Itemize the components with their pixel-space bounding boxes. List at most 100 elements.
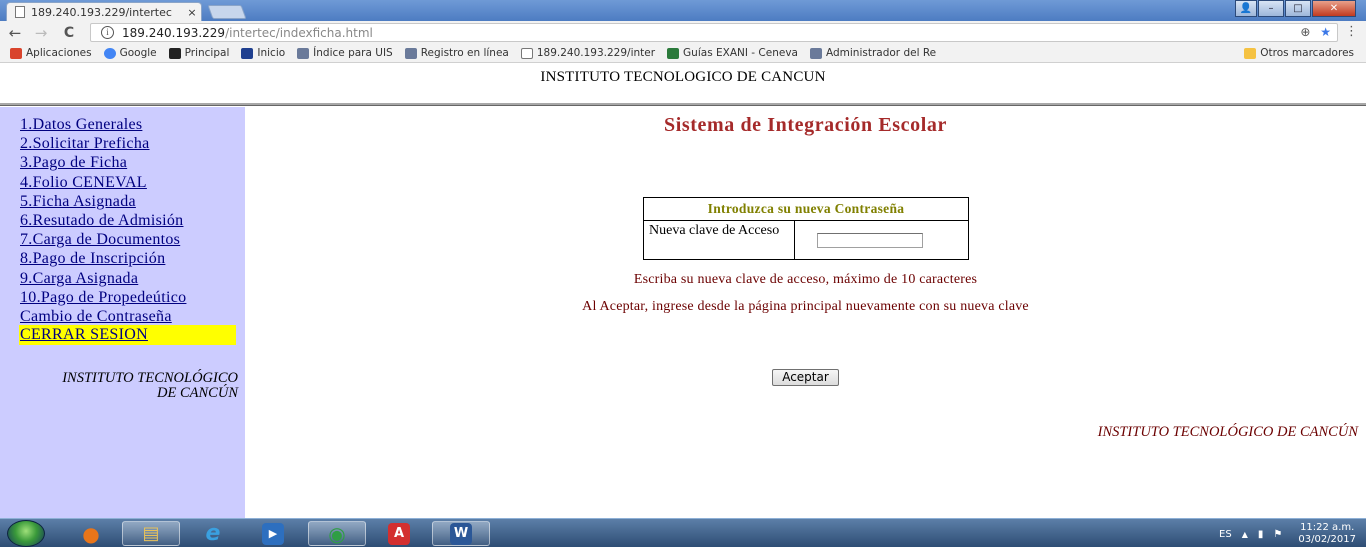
max-length-hint: Escriba su nueva clave de acceso, máximo… — [633, 272, 978, 287]
page-title: Sistema de Integración Escolar — [664, 114, 947, 136]
sidebar-menu: 1.Datos Generales 2.Solicitar Preficha 3… — [20, 115, 186, 326]
bookmark-principal[interactable]: Principal — [168, 47, 229, 59]
info-icon[interactable]: i — [101, 26, 114, 39]
other-bookmarks[interactable]: Otros marcadores — [1244, 47, 1354, 59]
page-icon — [404, 47, 417, 59]
sidebar-item-carga-documentos: 7.Carga de Documentos — [20, 230, 186, 249]
close-window-button[interactable]: ✕ — [1312, 0, 1356, 17]
bookmark-google[interactable]: Google — [103, 47, 157, 59]
system-tray: ES ▲ ▮ ⚑ 11:22 a.m. 03/02/2017 — [1209, 522, 1356, 546]
explorer-folder-icon: ▤ — [142, 523, 160, 544]
start-button[interactable] — [7, 520, 45, 547]
new-tab-button[interactable] — [207, 5, 247, 19]
media-player-icon: ▶ — [262, 522, 284, 545]
sidebar-link[interactable]: 9.Carga Asignada — [20, 270, 138, 287]
windows-taskbar: ● ▤ e ▶ ◉ A W ES ▲ ▮ ⚑ 11:22 a.m. 03/02/… — [0, 518, 1366, 547]
calendar-icon — [241, 47, 254, 59]
internet-explorer-icon: e — [205, 521, 221, 546]
sidebar-item-carga-asignada: 9.Carga Asignada — [20, 269, 186, 288]
sidebar-footer-line2: DE CANCÚN — [157, 385, 238, 401]
forward-button[interactable]: → — [30, 24, 52, 42]
tab-close-icon[interactable]: × — [183, 6, 201, 19]
ceneval-icon — [667, 47, 680, 59]
language-indicator[interactable]: ES — [1219, 529, 1232, 540]
password-field-label: Nueva clave de Acceso — [644, 221, 795, 259]
sidebar-link[interactable]: Cambio de Contraseña — [20, 308, 172, 325]
page-icon — [297, 47, 310, 59]
new-password-input[interactable] — [817, 232, 923, 248]
flag-icon[interactable]: ⚑ — [1273, 529, 1282, 540]
bookmark-indice-uis[interactable]: Índice para UIS — [297, 47, 393, 59]
taskbar-chrome[interactable]: ◉ — [308, 521, 366, 546]
zoom-icon[interactable]: ⊕ — [1300, 25, 1310, 39]
taskbar-explorer[interactable]: ▤ — [122, 521, 180, 546]
sidebar-item-ficha-asignada: 5.Ficha Asignada — [20, 192, 186, 211]
browser-tab[interactable]: 189.240.193.229/intertec × — [6, 2, 202, 21]
taskbar-ie[interactable]: e — [184, 521, 242, 546]
bookmark-apps[interactable]: Aplicaciones — [10, 47, 92, 59]
sidebar-footer-line1: INSTITUTO TECNOLÓGICO — [62, 370, 238, 386]
walmart-icon — [168, 47, 181, 59]
institution-title: INSTITUTO TECNOLOGICO DE CANCUN — [540, 69, 826, 85]
page-header: INSTITUTO TECNOLOGICO DE CANCUN — [0, 63, 1366, 105]
bookmark-inicio[interactable]: Inicio — [241, 47, 285, 59]
sidebar-link[interactable]: 2.Solicitar Preficha — [20, 135, 150, 152]
browser-toolbar: ← → C i 189.240.193.229/intertec/indexfi… — [0, 21, 1366, 44]
sidebar-item-pago-inscripcion: 8.Pago de Inscripción — [20, 249, 186, 268]
minimize-button[interactable]: – — [1258, 0, 1284, 17]
sidebar-item-pago-propedeutico: 10.Pago de Propedeútico — [20, 288, 186, 307]
page-icon — [809, 47, 822, 59]
browser-menu-icon[interactable]: ⋮ — [1345, 24, 1358, 39]
taskbar-firefox[interactable]: ● — [62, 521, 120, 546]
sidebar-link[interactable]: 4.Folio CENEVAL — [20, 174, 147, 191]
sidebar-item-cambio-contrasena: Cambio de Contraseña — [20, 307, 186, 326]
clock[interactable]: 11:22 a.m. 03/02/2017 — [1298, 522, 1356, 546]
browser-tab-strip: 189.240.193.229/intertec × 👤 – □ ✕ — [0, 0, 1366, 21]
accept-button[interactable]: Aceptar — [772, 369, 839, 386]
clock-time: 11:22 a.m. — [1300, 522, 1355, 533]
url-host: 189.240.193.229 — [122, 25, 226, 40]
firefox-icon: ● — [82, 521, 100, 546]
bookmark-intertec[interactable]: 189.240.193.229/inter — [520, 47, 655, 59]
taskbar-acrobat[interactable]: A — [370, 521, 428, 546]
sidebar-item-solicitar-preficha: 2.Solicitar Preficha — [20, 134, 186, 153]
sidebar-link[interactable]: 3.Pago de Ficha — [20, 154, 127, 171]
form-row: Nueva clave de Acceso — [644, 221, 968, 259]
logout-link[interactable]: CERRAR SESION — [20, 326, 148, 343]
sidebar-item-folio-ceneval: 4.Folio CENEVAL — [20, 173, 186, 192]
form-header: Introduzca su nueva Contraseña — [644, 198, 968, 221]
back-button[interactable]: ← — [4, 24, 26, 42]
bookmark-star-icon[interactable]: ★ — [1320, 25, 1331, 39]
relogin-hint: Al Aceptar, ingrese desde la página prin… — [582, 299, 1029, 314]
bookmarks-bar: Aplicaciones Google Principal Inicio Índ… — [0, 44, 1366, 63]
sidebar-link[interactable]: 10.Pago de Propedeútico — [20, 289, 186, 306]
header-divider — [0, 103, 1366, 106]
logout-highlight: CERRAR SESION — [19, 325, 236, 345]
page-icon — [15, 6, 25, 18]
network-icon[interactable]: ▮ — [1258, 529, 1264, 540]
bookmark-registro[interactable]: Registro en línea — [404, 47, 509, 59]
address-bar[interactable]: i 189.240.193.229/intertec/indexficha.ht… — [90, 23, 1338, 42]
sidebar-link[interactable]: 7.Carga de Documentos — [20, 231, 180, 248]
taskbar-media-player[interactable]: ▶ — [244, 521, 302, 546]
maximize-button[interactable]: □ — [1285, 0, 1311, 17]
sidebar-link[interactable]: 6.Resutado de Admisión — [20, 212, 183, 229]
main-footer: INSTITUTO TECNOLÓGICO DE CANCÚN — [1097, 424, 1358, 440]
reload-button[interactable]: C — [58, 25, 80, 41]
sidebar-footer: INSTITUTO TECNOLÓGICO DE CANCÚN — [0, 371, 238, 401]
bookmark-exani[interactable]: Guías EXANI - Ceneva — [667, 47, 798, 59]
sidebar-item-datos-generales: 1.Datos Generales — [20, 115, 186, 134]
apps-grid-icon — [10, 47, 22, 59]
main-content: Sistema de Integración Escolar Introduzc… — [245, 107, 1366, 518]
folder-icon — [1244, 47, 1257, 59]
form-input-cell — [795, 221, 968, 259]
bookmark-administrador[interactable]: Administrador del Re — [809, 47, 936, 59]
taskbar-word[interactable]: W — [432, 521, 490, 546]
tab-title: 189.240.193.229/intertec — [31, 5, 172, 19]
user-icon[interactable]: 👤 — [1235, 0, 1257, 17]
sidebar-link[interactable]: 1.Datos Generales — [20, 116, 142, 133]
sidebar-item-resultado-admision: 6.Resutado de Admisión — [20, 211, 186, 230]
sidebar-link[interactable]: 5.Ficha Asignada — [20, 193, 136, 210]
sidebar-link[interactable]: 8.Pago de Inscripción — [20, 250, 165, 267]
tray-expand-icon[interactable]: ▲ — [1242, 530, 1248, 539]
